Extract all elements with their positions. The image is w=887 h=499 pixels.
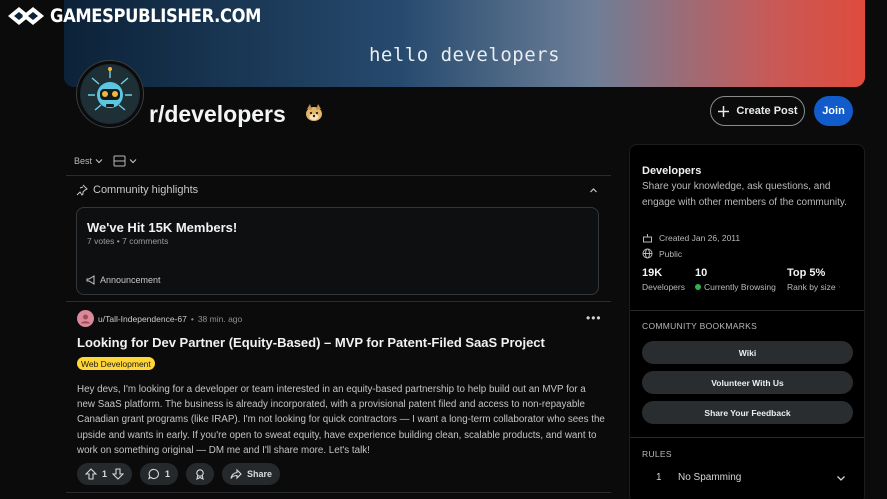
post-body: Hey devs, I'm looking for a developer or…	[77, 384, 605, 456]
create-post-button[interactable]: Create Post	[710, 96, 805, 126]
feed-sort-bar: Best	[74, 155, 137, 167]
post-meta: u/Tall-Independence-67 • 38 min. ago	[77, 310, 242, 327]
megaphone-icon	[86, 275, 95, 285]
created-date: Created Jan 26, 2011	[642, 232, 740, 243]
rules-heading: RULES	[642, 449, 672, 459]
post-flair[interactable]: Web Development	[77, 357, 155, 370]
highlight-card[interactable]: We've Hit 15K Members! 7 votes • 7 comme…	[76, 207, 599, 295]
sidebar-description: Share your knowledge, ask questions, and…	[642, 181, 847, 208]
rank-stat: Top 5% Rank by size	[787, 267, 840, 292]
community-avatar	[77, 61, 143, 127]
visibility: Public	[642, 248, 682, 259]
pin-icon	[76, 184, 88, 196]
watermark-logo-icon	[8, 7, 44, 25]
online-stat: 10 Currently Browsing	[695, 267, 787, 292]
share-icon	[230, 468, 242, 480]
community-stats: 19K Developers 10 Currently Browsing Top…	[642, 267, 840, 292]
award-button[interactable]	[186, 463, 215, 485]
plus-icon	[718, 105, 730, 117]
downvote-icon[interactable]	[112, 468, 125, 480]
bookmark-feedback[interactable]: Share Your Feedback	[642, 401, 853, 424]
online-count: 10	[695, 267, 708, 279]
post-title[interactable]: Looking for Dev Partner (Equity-Based) –…	[77, 335, 545, 350]
share-button[interactable]: Share	[222, 463, 281, 485]
highlight-title: We've Hit 15K Members!	[87, 220, 238, 235]
sort-dropdown[interactable]: Best	[74, 156, 103, 166]
comment-icon	[148, 468, 160, 480]
join-button[interactable]: Join	[814, 96, 853, 126]
members-count: 19K	[642, 267, 663, 279]
bookmark-wiki[interactable]: Wiki	[642, 341, 853, 364]
comment-count: 1	[165, 469, 171, 479]
divider	[66, 492, 611, 493]
created-label: Created Jan 26, 2011	[659, 232, 741, 243]
sidebar-divider	[630, 310, 864, 311]
watermark: GAMESPUBLISHER.COM	[6, 5, 295, 27]
members-stat: 19K Developers	[642, 267, 695, 292]
announcement-label: Announcement	[100, 275, 161, 285]
create-post-label: Create Post	[736, 105, 798, 117]
rank-label: Rank by size	[787, 282, 836, 292]
rule-title: No Spamming	[678, 472, 742, 483]
banner-text: hello developers	[368, 44, 561, 66]
chevron-up-icon[interactable]	[589, 186, 598, 195]
chevron-down-icon	[95, 159, 103, 164]
post-time: 38 min. ago	[197, 313, 243, 324]
vote-control: 1	[77, 463, 133, 485]
online-label: Currently Browsing	[704, 282, 776, 292]
card-view-icon	[113, 155, 126, 167]
dog-emoji-icon	[303, 102, 325, 129]
robot-avatar-icon	[81, 65, 139, 123]
more-options-icon[interactable]: •••	[586, 311, 602, 325]
rule-number: 1	[656, 472, 662, 483]
author-avatar[interactable]	[77, 310, 94, 327]
community-name: r/developers	[149, 101, 286, 127]
online-dot-icon	[695, 284, 701, 290]
chevron-down-icon	[837, 475, 845, 481]
share-label: Share	[247, 469, 273, 479]
visibility-label: Public	[659, 248, 683, 259]
post-actions: 1 1 Share	[77, 463, 281, 485]
sidebar-divider	[630, 437, 864, 438]
announcement-tag: Announcement	[86, 275, 161, 285]
comments-button[interactable]: 1	[140, 463, 179, 485]
divider	[66, 301, 611, 302]
highlight-meta: 7 votes • 7 comments	[87, 236, 169, 246]
globe-icon	[642, 248, 653, 259]
rule-item[interactable]: 1 No Spamming	[656, 472, 846, 483]
bookmark-volunteer[interactable]: Volunteer With Us	[642, 371, 853, 394]
divider	[66, 175, 611, 176]
vote-count: 1	[102, 469, 108, 479]
award-icon	[196, 469, 204, 480]
rank-value: Top 5%	[787, 267, 826, 279]
bookmarks-heading: COMMUNITY BOOKMARKS	[642, 321, 758, 331]
view-dropdown[interactable]	[113, 155, 137, 167]
community-sidebar: Developers Share your knowledge, ask que…	[629, 144, 865, 499]
user-avatar-icon	[81, 314, 90, 324]
watermark-text: GAMESPUBLISHER.COM	[50, 5, 262, 27]
upvote-icon[interactable]	[85, 468, 97, 480]
community-highlights-header[interactable]: Community highlights	[76, 184, 598, 196]
cake-icon	[643, 234, 652, 243]
community-highlights-label: Community highlights	[93, 184, 199, 196]
sort-label: Best	[74, 156, 93, 166]
chevron-down-icon	[129, 159, 137, 164]
external-link-icon[interactable]	[838, 283, 840, 291]
post-author[interactable]: u/Tall-Independence-67	[98, 314, 187, 324]
sidebar-community-name: Developers	[642, 165, 702, 177]
members-label: Developers	[642, 282, 685, 292]
